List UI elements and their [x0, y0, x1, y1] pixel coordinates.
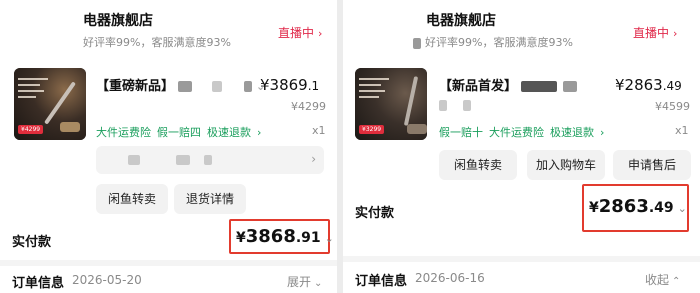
currency-symbol: ¥ [236, 230, 246, 246]
product-subtitle-redacted [439, 98, 471, 113]
redacted-text [176, 155, 190, 165]
collapse-toggle[interactable]: 收起 ⌃ [645, 271, 680, 288]
redacted-text [128, 155, 140, 165]
live-label: 直播中 [633, 26, 670, 40]
redacted-text [521, 81, 558, 92]
toggle-label: 展开 [287, 275, 312, 289]
live-label: 直播中 [278, 26, 315, 40]
redacted-text [463, 100, 471, 111]
service-tag: 假一赔十 [439, 126, 483, 139]
paid-label: 实付款 [12, 235, 52, 250]
thumbnail-price-tag: ¥3299 [359, 125, 385, 134]
toggle-label: 收起 [645, 273, 670, 287]
store-name[interactable]: 电器旗舰店 [426, 10, 496, 30]
resell-button[interactable]: 闲鱼转卖 [439, 150, 517, 180]
original-price: ¥4599 [655, 100, 690, 113]
chevron-up-icon: ⌃ [672, 276, 681, 287]
quantity: x1 [312, 124, 326, 137]
original-price: ¥4299 [291, 100, 326, 113]
order-date: 2026-06-16 [415, 271, 485, 285]
product-price: ¥3869.1 [260, 76, 319, 94]
price-cents: .49 [662, 79, 682, 93]
product-price: ¥2863.49 [615, 76, 682, 94]
thumbnail-text-lines [18, 78, 48, 102]
paid-amount-cents: .49 [648, 200, 674, 216]
order-date: 2026-05-20 [72, 273, 142, 287]
order-detail-panel-left: 电器旗舰店 好评率99%，客服满意度93% 直播中 › ¥4299 【重磅新品】 ⌄… [0, 0, 337, 293]
resell-button[interactable]: 闲鱼转卖 [96, 184, 168, 214]
service-tag: 极速退款 [207, 126, 251, 139]
thumbnail-text-lines [359, 78, 389, 102]
paid-label: 实付款 [355, 206, 395, 221]
chevron-down-icon: ⌄ [324, 232, 334, 245]
screenshot-composite: 电器旗舰店 好评率99%，客服满意度93% 直播中 › ¥4299 【重磅新品】 ⌄… [0, 0, 700, 293]
redacted-info-bar[interactable]: › [96, 146, 324, 174]
product-title[interactable]: 【新品首发】 [439, 75, 578, 94]
service-tag: 假一赔四 [157, 126, 201, 139]
after-sales-button[interactable]: 申请售后 [613, 150, 691, 180]
order-info-title: 订单信息 [355, 274, 408, 289]
paid-amount-integer: 2863 [598, 196, 649, 217]
live-status-link[interactable]: 直播中 › [278, 24, 322, 41]
redacted-text [563, 81, 578, 92]
paid-amount-integer: 3868 [245, 226, 296, 247]
order-info-title: 订单信息 [12, 276, 65, 291]
thumbnail-price-tag: ¥4299 [18, 125, 44, 134]
vacuum-base-shape [407, 124, 427, 134]
paid-amount-cents: .91 [295, 230, 321, 246]
expand-toggle[interactable]: 展开 ⌄ [287, 273, 322, 290]
redacted-text [439, 100, 447, 111]
vacuum-base-shape [60, 122, 80, 132]
live-status-link[interactable]: 直播中 › [633, 24, 677, 41]
return-details-button[interactable]: 退货详情 [174, 184, 246, 214]
chevron-right-icon: › [600, 126, 605, 139]
redacted-text [212, 81, 223, 92]
paid-amount[interactable]: ¥2863.49 ⌄ [589, 196, 687, 217]
service-tag: 大件运费险 [489, 126, 544, 139]
redacted-text [178, 81, 193, 92]
price-main: ¥3869 [260, 76, 308, 94]
service-tags[interactable]: 大件运费险 假一赔四 极速退款 › [96, 124, 267, 140]
service-tag: 极速退款 [550, 126, 594, 139]
redacted-text [204, 155, 212, 165]
product-thumbnail[interactable]: ¥4299 [14, 68, 86, 140]
store-stats: 好评率99%，客服满意度93% [83, 36, 231, 49]
product-title[interactable]: 【重磅新品】 ⌄ [96, 75, 265, 94]
store-stats: 好评率99%，客服满意度93% [413, 34, 573, 50]
chevron-right-icon: › [318, 27, 323, 40]
store-name[interactable]: 电器旗舰店 [83, 10, 153, 30]
chevron-right-icon: › [257, 126, 262, 139]
product-title-label: 【重磅新品】 [96, 79, 175, 94]
price-cents: .1 [307, 79, 320, 93]
price-main: ¥2863 [615, 76, 663, 94]
chevron-right-icon: › [673, 27, 678, 40]
section-divider [343, 256, 700, 262]
store-stats-text: 好评率99%，客服满意度93% [425, 36, 573, 49]
redacted-text [244, 81, 253, 92]
redacted-text [413, 37, 421, 49]
quantity: x1 [675, 124, 689, 137]
product-title-label: 【新品首发】 [439, 79, 518, 94]
service-tag: 大件运费险 [96, 126, 151, 139]
currency-symbol: ¥ [589, 200, 599, 216]
product-thumbnail[interactable]: ¥3299 [355, 68, 427, 140]
add-to-cart-button[interactable]: 加入购物车 [527, 150, 605, 180]
chevron-down-icon: ⌄ [314, 278, 323, 289]
chevron-down-icon: ⌄ [677, 202, 687, 215]
order-detail-panel-right: 电器旗舰店 好评率99%，客服满意度93% 直播中 › ¥3299 【新品首发】 … [343, 0, 700, 293]
section-divider [0, 260, 337, 266]
chevron-right-icon: › [311, 152, 316, 166]
paid-amount[interactable]: ¥3868.91 ⌄ [236, 226, 334, 247]
service-tags[interactable]: 假一赔十 大件运费险 极速退款 › [439, 124, 610, 140]
